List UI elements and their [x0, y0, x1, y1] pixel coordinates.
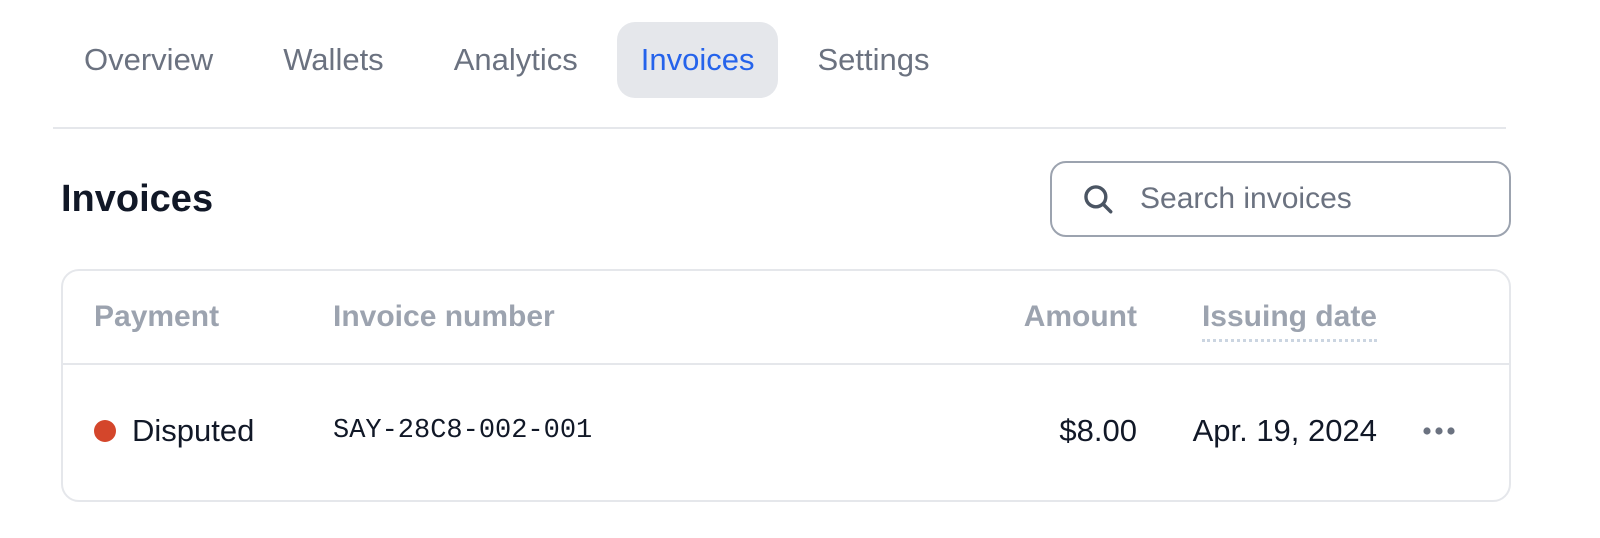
tab-invoices[interactable]: Invoices: [616, 22, 779, 98]
tab-bar: Overview Wallets Analytics Invoices Sett…: [53, 22, 968, 98]
table-row[interactable]: Disputed SAY-28C8-002-001 $8.00 Apr. 19,…: [63, 365, 1509, 500]
column-header-invoice-number[interactable]: Invoice number: [333, 299, 555, 335]
payment-status-label: Disputed: [132, 413, 255, 448]
page-title: Invoices: [61, 178, 214, 220]
tab-wallets[interactable]: Wallets: [252, 22, 414, 98]
tab-analytics[interactable]: Analytics: [423, 22, 609, 98]
invoice-issuing-date: Apr. 19, 2024: [1192, 413, 1377, 448]
column-header-issuing-date[interactable]: Issuing date: [1201, 299, 1377, 342]
more-horizontal-icon: [1423, 427, 1455, 435]
page: Overview Wallets Analytics Invoices Sett…: [0, 0, 1600, 538]
tabs-divider: [53, 127, 1506, 129]
invoice-number: SAY-28C8-002-001: [333, 416, 593, 446]
search-input[interactable]: [1140, 182, 1480, 216]
search-box[interactable]: [1050, 161, 1511, 237]
invoices-table: Payment Invoice number Amount Issuing da…: [61, 269, 1511, 502]
invoice-amount: $8.00: [1059, 413, 1137, 448]
column-header-amount[interactable]: Amount: [1024, 299, 1137, 335]
table-header: Payment Invoice number Amount Issuing da…: [63, 271, 1509, 365]
tab-overview[interactable]: Overview: [53, 22, 244, 98]
payment-status: Disputed: [94, 413, 254, 449]
column-header-payment[interactable]: Payment: [94, 299, 219, 335]
search-icon: [1080, 181, 1116, 217]
status-dot-icon: [94, 420, 116, 442]
tab-settings[interactable]: Settings: [786, 22, 960, 98]
row-actions-button[interactable]: [1419, 417, 1459, 445]
